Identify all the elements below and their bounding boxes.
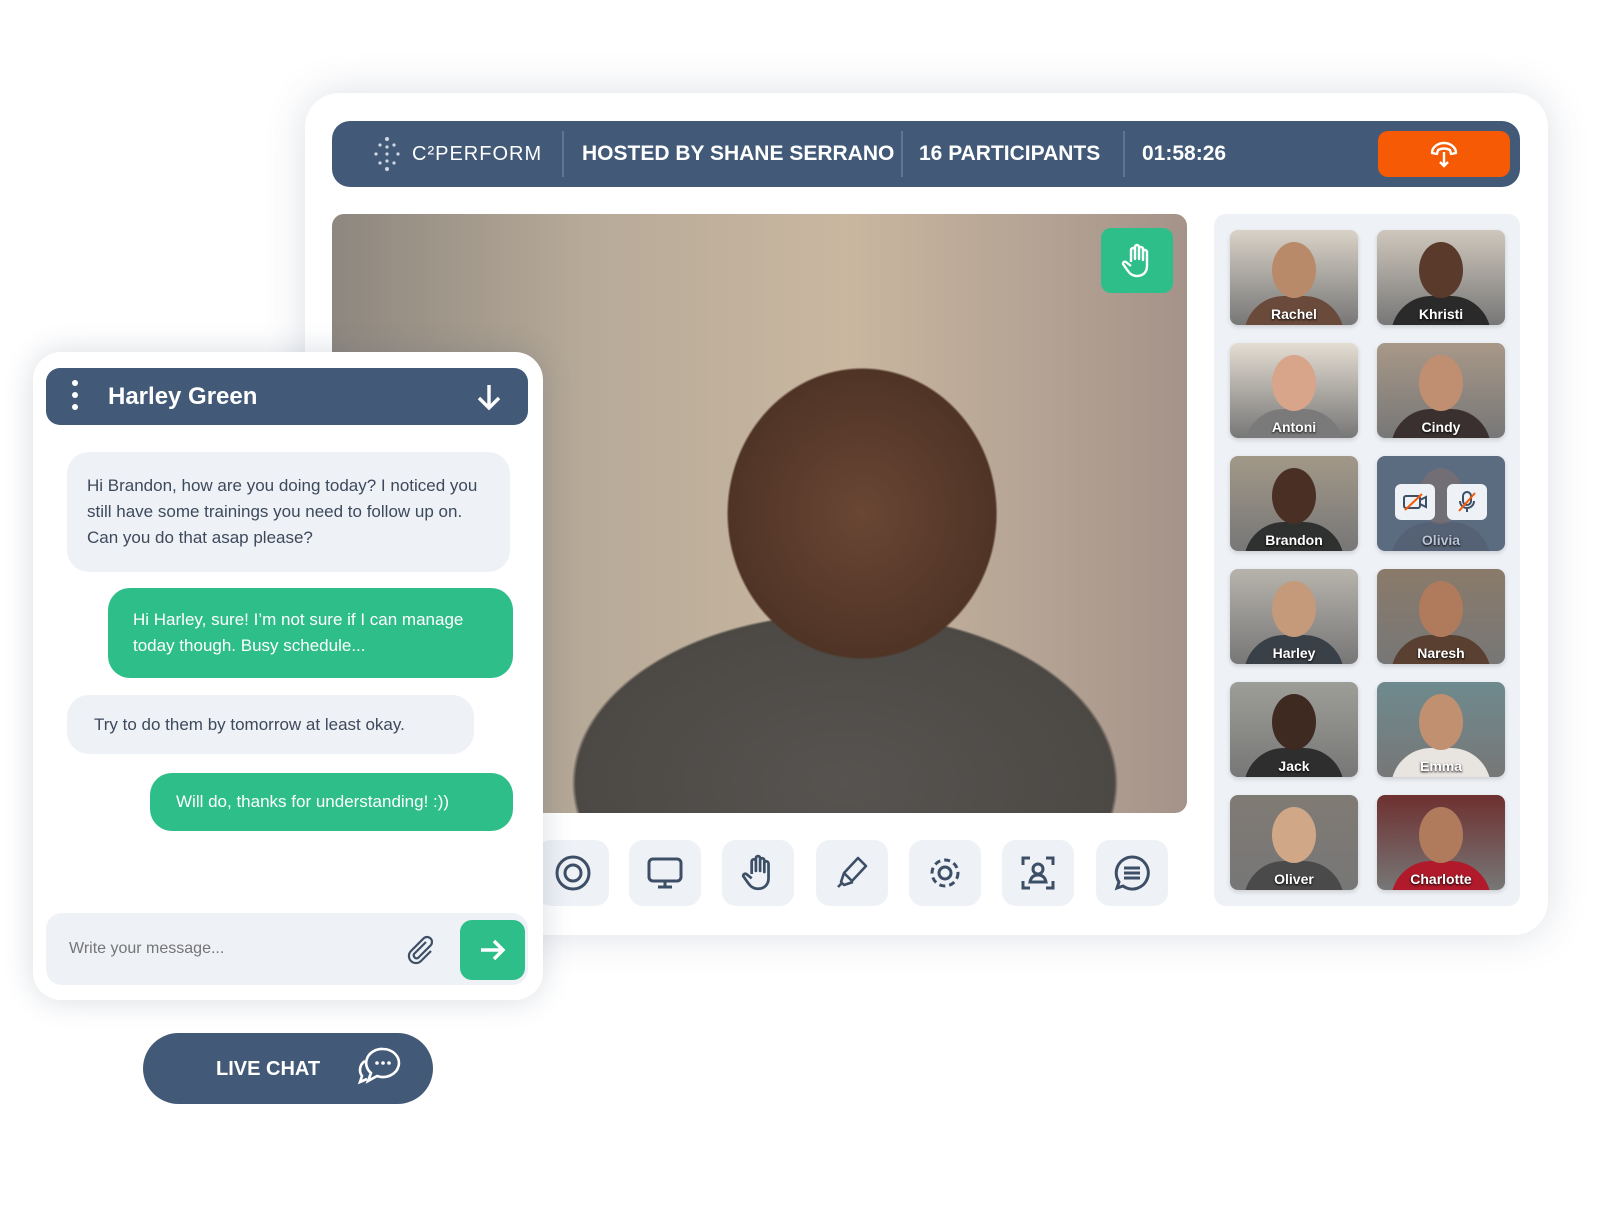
participant-face	[1419, 807, 1463, 863]
participant-name: Jack	[1278, 758, 1310, 774]
message-outgoing: Hi Harley, sure! I’m not sure if I can m…	[108, 588, 513, 678]
paperclip-icon[interactable]	[404, 933, 438, 967]
message-composer	[46, 913, 528, 985]
participant-face	[1272, 694, 1316, 750]
mic-muted-icon	[1447, 484, 1487, 520]
participant-name: Naresh	[1417, 645, 1465, 661]
screen-share-icon	[647, 857, 683, 889]
pen-icon	[837, 856, 868, 888]
participant-face	[1419, 242, 1463, 298]
participant-tile[interactable]: Charlotte	[1377, 795, 1505, 890]
message-incoming: Hi Brandon, how are you doing today? I n…	[67, 452, 510, 572]
logo: C²PERFORM	[370, 121, 542, 187]
settings-icon	[930, 858, 960, 888]
participant-face	[1419, 694, 1463, 750]
focus-speaker-button[interactable]	[1002, 840, 1074, 906]
participant-name: Oliver	[1274, 871, 1314, 887]
message-input[interactable]	[56, 927, 386, 971]
participant-name: Cindy	[1421, 419, 1461, 435]
hang-up-button[interactable]	[1378, 131, 1510, 177]
chat-contact-name: Harley Green	[108, 383, 258, 410]
participant-name: Emma	[1419, 758, 1463, 774]
live-chat-label: LIVE CHAT	[216, 1058, 321, 1080]
participant-tile[interactable]: Harley	[1230, 569, 1358, 664]
settings-button[interactable]	[909, 840, 981, 906]
arrow-right-icon	[480, 939, 505, 961]
screen-share-button[interactable]	[629, 840, 701, 906]
participant-name: Charlotte	[1410, 871, 1472, 887]
phone-hangup-icon	[1430, 141, 1458, 168]
host-label: HOSTED BY SHANE SERRANO	[582, 142, 895, 165]
message-outgoing: Will do, thanks for understanding! :))	[150, 773, 513, 831]
send-button[interactable]	[460, 920, 525, 980]
arrow-down-icon[interactable]	[474, 382, 504, 412]
logo-dots-icon	[374, 137, 400, 171]
participant-face	[1419, 581, 1463, 637]
raise-hand-tool-button[interactable]	[722, 840, 794, 906]
participant-face	[1419, 355, 1463, 411]
participant-tile[interactable]: Oliver	[1230, 795, 1358, 890]
participant-name: Khristi	[1418, 306, 1464, 322]
more-options-icon[interactable]	[72, 380, 80, 410]
participant-tile[interactable]: Brandon	[1230, 456, 1358, 551]
meeting-header: C²PERFORM HOSTED BY SHANE SERRANO 16 PAR…	[332, 121, 1520, 187]
participant-name: Harley	[1272, 645, 1316, 661]
participant-face	[1272, 468, 1316, 524]
participant-tile[interactable]: Olivia	[1377, 456, 1505, 551]
chat-button[interactable]	[1096, 840, 1168, 906]
participant-count: 16 PARTICIPANTS	[919, 142, 1101, 165]
participant-face	[1272, 355, 1316, 411]
meeting-timer: 01:58:26	[1142, 142, 1227, 165]
annotate-button[interactable]	[816, 840, 888, 906]
participant-face	[1272, 242, 1316, 298]
chat-header: Harley Green	[46, 368, 528, 425]
participant-tile[interactable]: Rachel	[1230, 230, 1358, 325]
record-button[interactable]	[537, 840, 609, 906]
participant-tile[interactable]: Naresh	[1377, 569, 1505, 664]
participant-name: Olivia	[1421, 532, 1461, 548]
participant-name: Rachel	[1271, 306, 1317, 322]
participant-face	[1272, 581, 1316, 637]
raise-hand-button[interactable]	[1101, 228, 1173, 293]
camera-off-icon	[1395, 484, 1435, 520]
record-icon	[555, 855, 591, 891]
participant-tile[interactable]: Emma	[1377, 682, 1505, 777]
participant-tile[interactable]: Jack	[1230, 682, 1358, 777]
participant-tile[interactable]: Cindy	[1377, 343, 1505, 438]
chat-icon	[1114, 855, 1150, 891]
chat-bubbles-icon	[357, 1047, 401, 1085]
participant-tile[interactable]: Antoni	[1230, 343, 1358, 438]
hand-icon	[1121, 243, 1149, 277]
hand-icon	[741, 854, 770, 891]
focus-user-icon	[1021, 856, 1055, 890]
participant-face	[1272, 807, 1316, 863]
participant-name: Brandon	[1265, 532, 1323, 548]
participant-tile[interactable]: Khristi	[1377, 230, 1505, 325]
live-chat-button[interactable]: LIVE CHAT	[143, 1033, 433, 1104]
message-incoming: Try to do them by tomorrow at least okay…	[67, 695, 474, 754]
participant-name: Antoni	[1271, 419, 1317, 435]
